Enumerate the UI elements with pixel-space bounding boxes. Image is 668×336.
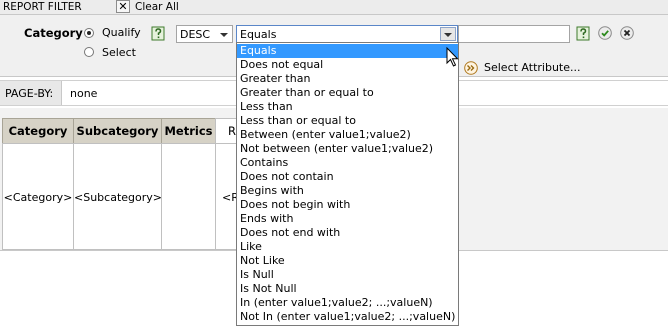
page-by-label: PAGE-BY: xyxy=(0,81,62,105)
operator-option[interactable]: Not In (enter value1;value2; ...;valueN) xyxy=(237,310,458,324)
operator-dropdown-list: Equals Does not equal Greater than Greater … xyxy=(236,42,459,326)
title-bar: REPORT FILTER ✕ Clear All xyxy=(0,0,668,15)
page-by-label-text: PAGE-BY: xyxy=(5,87,54,100)
operator-option[interactable]: Ends with xyxy=(237,212,458,226)
ok-check-icon[interactable] xyxy=(598,26,612,40)
grid-cell-subcategory: <Subcategory> xyxy=(73,143,162,250)
operator-option[interactable]: Equals xyxy=(237,44,458,58)
clear-all-link[interactable]: Clear All xyxy=(135,1,179,13)
mouse-cursor-icon xyxy=(446,47,459,67)
help-icon[interactable] xyxy=(576,26,590,41)
operator-option[interactable]: Does not contain xyxy=(237,170,458,184)
operator-select[interactable]: Equals xyxy=(236,25,458,43)
column-header-metrics[interactable]: Metrics xyxy=(161,118,216,144)
qualify-radio[interactable] xyxy=(84,28,94,38)
form-select[interactable]: DESC xyxy=(176,25,233,43)
operator-option[interactable]: Greater than xyxy=(237,72,458,86)
operator-option[interactable]: Begins with xyxy=(237,184,458,198)
operator-option[interactable]: Contains xyxy=(237,156,458,170)
column-header-subcategory[interactable]: Subcategory xyxy=(73,118,162,144)
operator-option[interactable]: In (enter value1;value2; ...;valueN) xyxy=(237,296,458,310)
select-attribute-link[interactable]: Select Attribute... xyxy=(484,61,581,74)
operator-option[interactable]: Is Not Null xyxy=(237,282,458,296)
select-radio[interactable] xyxy=(84,47,94,57)
chevron-down-icon xyxy=(444,33,452,37)
form-select-value: DESC xyxy=(180,28,211,41)
operator-option[interactable]: Does not equal xyxy=(237,58,458,72)
operator-option[interactable]: Like xyxy=(237,240,458,254)
panel-title: REPORT FILTER xyxy=(3,1,82,13)
grid-cell-category: <Category> xyxy=(2,143,74,250)
operator-option[interactable]: Not Like xyxy=(237,254,458,268)
select-attribute-icon[interactable] xyxy=(464,61,478,75)
qualify-label[interactable]: Qualify xyxy=(102,26,141,39)
operator-option[interactable]: Between (enter value1;value2) xyxy=(237,128,458,142)
operator-dropdown-button[interactable] xyxy=(440,27,456,41)
page-by-value: none xyxy=(70,87,98,100)
close-icon[interactable]: ✕ xyxy=(116,0,130,13)
operator-select-value: Equals xyxy=(240,28,277,41)
value-input[interactable] xyxy=(458,25,570,43)
operator-option[interactable]: Less than or equal to xyxy=(237,114,458,128)
operator-option[interactable]: Greater than or equal to xyxy=(237,86,458,100)
operator-option[interactable]: Less than xyxy=(237,100,458,114)
operator-option[interactable]: Is Null xyxy=(237,268,458,282)
help-icon[interactable] xyxy=(151,26,165,41)
grid-cell-metrics xyxy=(161,143,216,250)
attribute-label: Category xyxy=(24,26,83,40)
operator-option[interactable]: Does not end with xyxy=(237,226,458,240)
chevron-down-icon xyxy=(220,33,228,37)
cancel-x-icon[interactable] xyxy=(620,26,634,40)
operator-option[interactable]: Not between (enter value1;value2) xyxy=(237,142,458,156)
operator-option[interactable]: Does not begin with xyxy=(237,198,458,212)
column-header-category[interactable]: Category xyxy=(2,118,74,144)
select-label[interactable]: Select xyxy=(102,46,136,59)
